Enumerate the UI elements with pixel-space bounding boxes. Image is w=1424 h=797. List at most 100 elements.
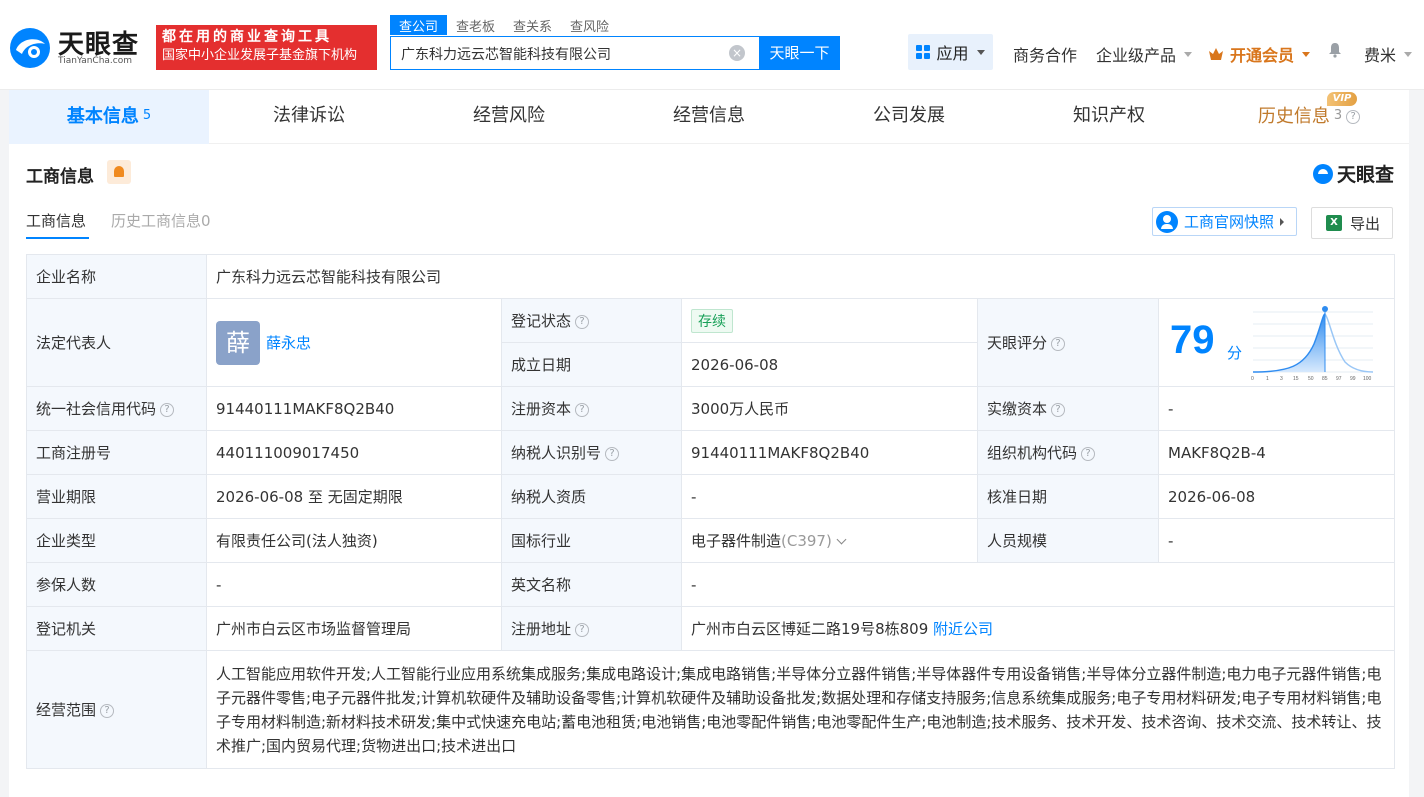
tab-intellectual-property[interactable]: 知识产权	[1009, 90, 1209, 144]
tab-legal[interactable]: 法律诉讼	[209, 90, 409, 144]
nav-business-cooperation[interactable]: 商务合作	[1013, 42, 1077, 66]
help-icon[interactable]: ?	[1346, 110, 1361, 124]
score-widget: 79 分 0 1 3 15 50 85 97 99 100	[1160, 300, 1394, 386]
search-tab-relation[interactable]: 查关系	[504, 15, 561, 35]
notification-button[interactable]	[1327, 42, 1343, 58]
value-legal-rep: 薛薛永忠	[206, 298, 502, 387]
chevron-down-icon	[976, 49, 985, 55]
label-legal-rep: 法定代表人	[26, 298, 207, 387]
value-reg-capital: 3000万人民币	[681, 386, 978, 431]
label-text: 注册地址	[511, 620, 572, 638]
label-text: 经营范围	[36, 701, 97, 719]
help-icon[interactable]: ?	[605, 446, 620, 461]
industry-name: 电子器件制造	[691, 532, 782, 550]
table-row: 工商注册号 440111009017450 纳税人识别号? 91440111MA…	[26, 430, 1396, 475]
label-score: 天眼评分?	[977, 298, 1159, 387]
label-text: 实缴资本	[987, 400, 1048, 418]
user-menu[interactable]: 费米	[1364, 42, 1413, 66]
nav-vip-open[interactable]: 开通会员	[1208, 42, 1311, 66]
label-type: 企业类型	[26, 518, 207, 563]
tick-label: 99	[1350, 376, 1356, 382]
search-button[interactable]: 天眼一下	[759, 36, 840, 70]
subtab-business-info[interactable]: 工商信息	[26, 210, 90, 239]
chevron-down-icon[interactable]	[836, 534, 847, 545]
help-icon[interactable]: ?	[575, 402, 590, 417]
crown-icon	[1209, 48, 1223, 60]
tick-label: 1	[1266, 376, 1269, 382]
nav-business-label: 商务合作	[1013, 46, 1078, 65]
help-icon[interactable]: ?	[160, 402, 175, 417]
clear-icon[interactable]: ×	[729, 45, 745, 61]
value-type: 有限责任公司(法人独资)	[206, 518, 502, 563]
legal-rep-link[interactable]: 薛永忠	[266, 334, 311, 352]
tick-label: 15	[1293, 376, 1299, 382]
tab-operation-info[interactable]: 经营信息	[609, 90, 809, 144]
label-address: 注册地址?	[501, 606, 682, 651]
value-reg-no: 440111009017450	[206, 430, 502, 475]
tab-basic-info[interactable]: 基本信息 5	[9, 90, 209, 144]
industry-code: (C397)	[781, 532, 832, 550]
vip-badge: VIP	[1327, 92, 1357, 106]
score-number: 79	[1170, 317, 1215, 362]
official-snapshot-button[interactable]: 工商官网快照	[1152, 207, 1297, 236]
label-approve-date: 核准日期	[977, 474, 1159, 519]
value-term: 2026-06-08 至 无固定期限	[206, 474, 502, 519]
slogan-line2: 国家中小企业发展子基金旗下机构	[162, 48, 358, 63]
tab-label: 经营信息	[673, 105, 745, 126]
chevron-down-icon	[1302, 51, 1311, 57]
help-icon[interactable]: ?	[1051, 402, 1066, 417]
table-row: 登记机关 广州市白云区市场监督管理局 注册地址? 广州市白云区博延二路19号8栋…	[26, 606, 1396, 651]
tick-label: 50	[1308, 376, 1314, 382]
label-taxpayer-id: 纳税人识别号?	[501, 430, 682, 475]
help-icon[interactable]: ?	[1081, 446, 1096, 461]
label-text: 组织机构代码	[987, 444, 1078, 462]
apps-menu-button[interactable]: 应用	[908, 34, 993, 70]
table-row: 营业期限 2026-06-08 至 无固定期限 纳税人资质 - 核准日期 202…	[26, 474, 1396, 519]
help-icon[interactable]: ?	[1051, 336, 1066, 351]
slogan-line1: 都在用的商业查询工具	[162, 29, 332, 45]
value-founded: 2026-06-08	[681, 342, 978, 387]
tab-company-development[interactable]: 公司发展	[809, 90, 1009, 144]
tick-label: 0	[1251, 376, 1254, 382]
label-reg-no: 工商注册号	[26, 430, 207, 475]
tab-count: 3	[1333, 108, 1343, 123]
chevron-down-icon	[1184, 51, 1193, 57]
label-staff: 人员规模	[977, 518, 1159, 563]
snapshot-label: 工商官网快照	[1184, 213, 1275, 231]
value-scope: 人工智能应用软件开发;人工智能行业应用系统集成服务;集成电路设计;集成电路销售;…	[205, 650, 1396, 769]
chevron-down-icon	[1404, 51, 1413, 57]
export-button[interactable]: X 导出	[1311, 207, 1393, 239]
value-credit-code: 91440111MAKF8Q2B40	[206, 386, 502, 431]
tab-operation-risk[interactable]: 经营风险	[409, 90, 609, 144]
search-tab-risk[interactable]: 查风险	[561, 15, 618, 35]
tab-label: 法律诉讼	[273, 105, 345, 126]
value-industry[interactable]: 电子器件制造(C397)	[681, 518, 978, 563]
search-tab-boss[interactable]: 查老板	[447, 15, 504, 35]
monitor-bell-icon[interactable]	[107, 160, 131, 184]
tab-label: 经营风险	[473, 105, 545, 126]
brand-logo[interactable]: 天眼查 TianYanCha.com	[8, 24, 148, 70]
chevron-right-icon	[1280, 217, 1285, 226]
label-english-name: 英文名称	[501, 562, 682, 607]
value-score[interactable]: 79 分 0 1 3 15 50 85 97 99 100	[1157, 298, 1396, 387]
export-label: 导出	[1350, 214, 1381, 233]
nav-enterprise-products[interactable]: 企业级产品	[1096, 42, 1193, 66]
search-tab-company[interactable]: 查公司	[390, 15, 448, 35]
label-status: 登记状态?	[501, 298, 682, 343]
search-input[interactable]: 广东科力远云芯智能科技有限公司 ×	[390, 36, 760, 70]
value-taxpayer-id: 91440111MAKF8Q2B40	[681, 430, 978, 475]
avatar[interactable]: 薛	[216, 320, 260, 365]
label-authority: 登记机关	[26, 606, 207, 651]
apps-label: 应用	[936, 44, 969, 63]
value-status: 存续	[681, 298, 978, 343]
help-icon[interactable]: ?	[575, 314, 590, 329]
nearby-companies-link[interactable]: 附近公司	[933, 620, 993, 638]
help-icon[interactable]: ?	[100, 703, 115, 718]
tick-label: 3	[1280, 376, 1283, 382]
help-icon[interactable]: ?	[575, 622, 590, 637]
label-reg-capital: 注册资本?	[501, 386, 682, 431]
subtab-history-business-info[interactable]: 历史工商信息0	[111, 210, 211, 231]
tab-history-info[interactable]: VIP 历史信息 3?	[1209, 90, 1409, 144]
label-text: 注册资本	[511, 400, 572, 418]
value-insured: -	[206, 562, 502, 607]
